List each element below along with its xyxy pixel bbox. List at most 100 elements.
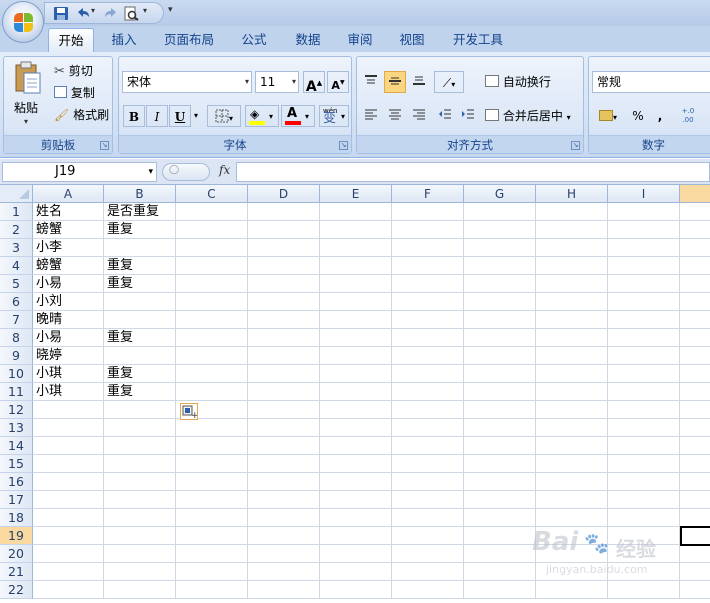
cell[interactable] — [680, 311, 710, 329]
decrease-indent-button[interactable] — [434, 105, 456, 127]
cell[interactable] — [680, 347, 710, 365]
cell[interactable] — [536, 455, 608, 473]
cell[interactable] — [392, 275, 464, 293]
row-header[interactable]: 8 — [0, 329, 33, 347]
cell[interactable] — [608, 347, 680, 365]
comma-button[interactable]: , — [649, 105, 671, 127]
column-header[interactable] — [680, 185, 710, 203]
tab-developer[interactable]: 开发工具 — [446, 28, 510, 52]
cell[interactable] — [608, 455, 680, 473]
cell[interactable] — [536, 401, 608, 419]
row-header[interactable]: 17 — [0, 491, 33, 509]
clipboard-launcher-icon[interactable]: ↘ — [100, 141, 109, 150]
cell[interactable] — [392, 581, 464, 599]
cell[interactable] — [320, 239, 392, 257]
cell[interactable] — [392, 239, 464, 257]
cell[interactable] — [33, 509, 104, 527]
alignment-launcher-icon[interactable]: ↘ — [571, 141, 580, 150]
cell[interactable]: 小琪 — [33, 383, 104, 401]
cell[interactable] — [536, 383, 608, 401]
cell[interactable]: 重复 — [104, 365, 176, 383]
cell[interactable] — [248, 221, 320, 239]
cell[interactable] — [464, 401, 536, 419]
font-color-button[interactable]: A ▾ — [281, 105, 315, 127]
cell[interactable] — [176, 311, 248, 329]
cell[interactable] — [536, 437, 608, 455]
cell[interactable] — [104, 527, 176, 545]
print-dropdown-icon[interactable]: ▾ — [143, 6, 153, 21]
cell[interactable] — [320, 203, 392, 221]
font-launcher-icon[interactable]: ↘ — [339, 141, 348, 150]
cell[interactable] — [248, 527, 320, 545]
cell[interactable] — [392, 491, 464, 509]
cell[interactable] — [33, 419, 104, 437]
italic-button[interactable]: I — [146, 105, 168, 127]
cell[interactable] — [536, 329, 608, 347]
cell[interactable] — [680, 329, 710, 347]
merge-center-button[interactable]: 合并后居中 ▾ — [485, 105, 571, 127]
row-header[interactable]: 11 — [0, 383, 33, 401]
cell[interactable] — [608, 491, 680, 509]
cell[interactable] — [608, 365, 680, 383]
cell[interactable] — [320, 311, 392, 329]
cell[interactable] — [680, 257, 710, 275]
column-header[interactable]: B — [104, 185, 176, 203]
cell[interactable] — [464, 311, 536, 329]
cell[interactable] — [104, 239, 176, 257]
cell[interactable]: 小易 — [33, 329, 104, 347]
cell[interactable] — [536, 257, 608, 275]
cell[interactable]: 小李 — [33, 239, 104, 257]
cell[interactable] — [536, 419, 608, 437]
cell[interactable] — [33, 455, 104, 473]
cell[interactable] — [104, 563, 176, 581]
column-header[interactable]: E — [320, 185, 392, 203]
cell[interactable] — [392, 401, 464, 419]
cell[interactable] — [248, 311, 320, 329]
cell[interactable] — [608, 239, 680, 257]
cell[interactable] — [320, 563, 392, 581]
cell[interactable] — [104, 311, 176, 329]
cell[interactable] — [536, 275, 608, 293]
cell[interactable] — [320, 527, 392, 545]
cell[interactable] — [608, 581, 680, 599]
cell[interactable] — [320, 545, 392, 563]
row-header[interactable]: 12 — [0, 401, 33, 419]
cell[interactable] — [464, 419, 536, 437]
cell[interactable] — [176, 491, 248, 509]
cell[interactable] — [176, 239, 248, 257]
cell[interactable] — [104, 419, 176, 437]
cell[interactable] — [464, 473, 536, 491]
cell[interactable]: 晓婷 — [33, 347, 104, 365]
cell[interactable] — [464, 203, 536, 221]
cell[interactable] — [464, 365, 536, 383]
cell[interactable] — [680, 491, 710, 509]
row-header[interactable]: 21 — [0, 563, 33, 581]
column-header[interactable]: H — [536, 185, 608, 203]
cell[interactable]: 重复 — [104, 329, 176, 347]
cell[interactable] — [680, 275, 710, 293]
cell[interactable] — [176, 563, 248, 581]
row-header[interactable]: 20 — [0, 545, 33, 563]
cell[interactable] — [392, 527, 464, 545]
tab-page-layout[interactable]: 页面布局 — [156, 28, 222, 52]
cell[interactable] — [536, 491, 608, 509]
cell[interactable] — [464, 257, 536, 275]
cell[interactable] — [320, 293, 392, 311]
cell[interactable] — [392, 311, 464, 329]
cell[interactable] — [680, 383, 710, 401]
cell[interactable] — [392, 455, 464, 473]
cell[interactable] — [320, 329, 392, 347]
cell[interactable] — [176, 257, 248, 275]
undo-icon[interactable] — [75, 6, 91, 21]
cell[interactable] — [248, 275, 320, 293]
cell[interactable] — [536, 365, 608, 383]
cell[interactable] — [104, 437, 176, 455]
cell[interactable] — [536, 293, 608, 311]
cell[interactable] — [320, 581, 392, 599]
row-header[interactable]: 3 — [0, 239, 33, 257]
cell[interactable] — [608, 437, 680, 455]
cell[interactable]: 是否重复 — [104, 203, 176, 221]
cell[interactable] — [464, 221, 536, 239]
insert-function-icon[interactable]: fx — [219, 163, 230, 177]
cell[interactable] — [392, 509, 464, 527]
